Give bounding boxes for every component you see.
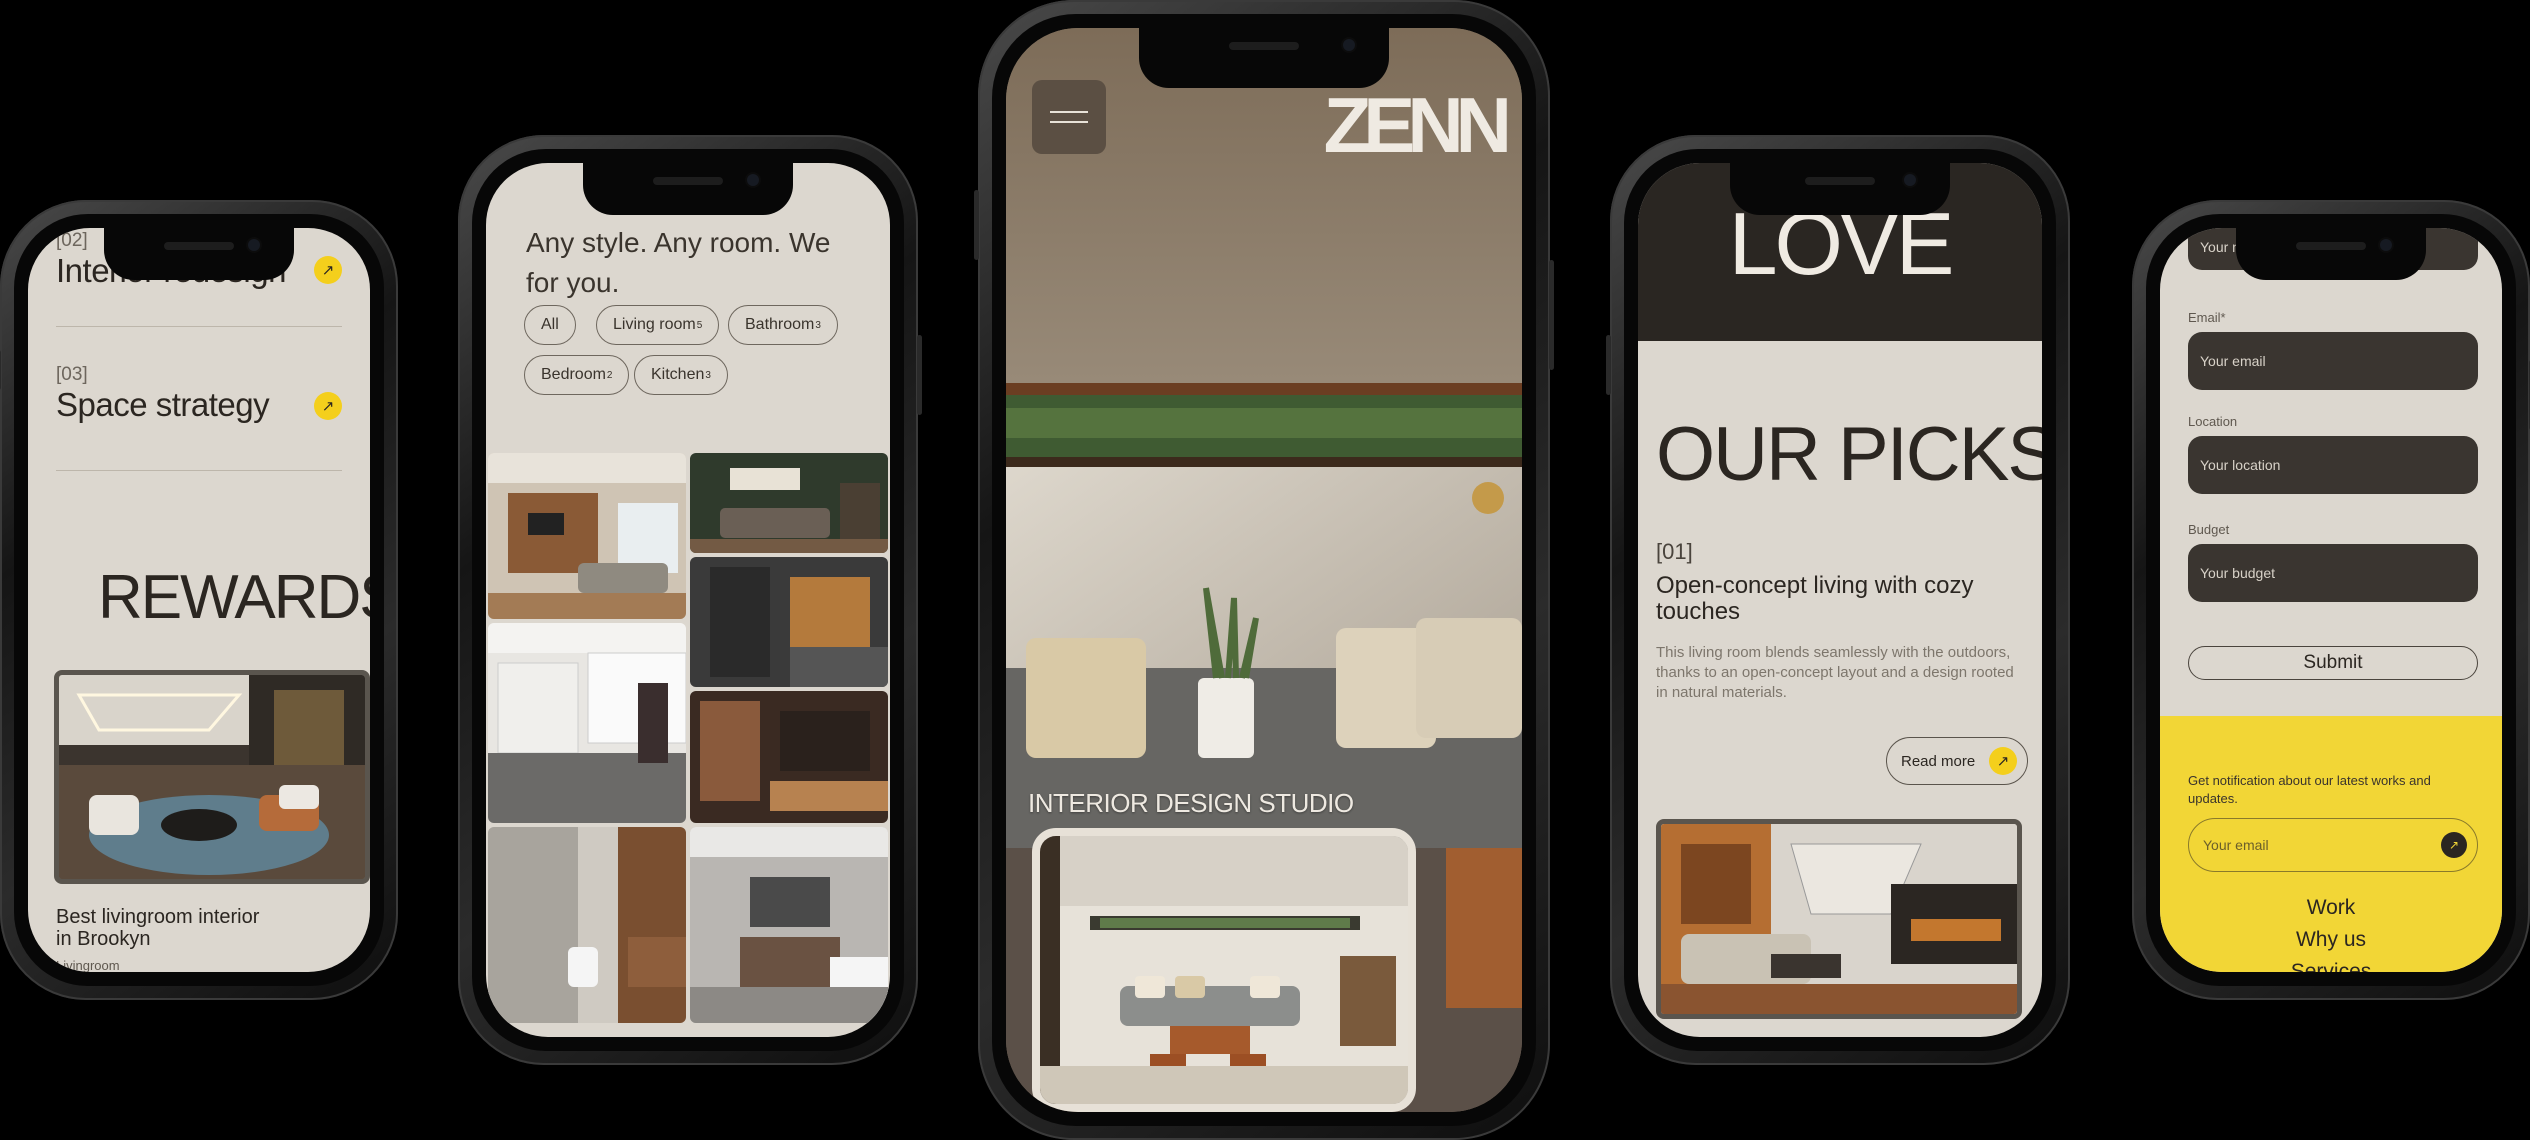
camera [248, 239, 260, 251]
pick-title: Open-concept living with cozy touches [1656, 572, 1974, 625]
phone-bezel: Your name Email* Your email Location You… [2146, 214, 2516, 986]
phone-screen[interactable]: Your name Email* Your email Location You… [2160, 228, 2502, 972]
mockup-stage: [02] Interior redesign ↗ [03] Space stra… [0, 0, 2530, 1140]
pick-photo[interactable] [1656, 819, 2022, 1019]
phone-notch [104, 228, 294, 280]
phone-notch [2236, 228, 2426, 280]
speaker [1229, 42, 1299, 50]
filter-chip-bathroom[interactable]: Bathroom 3 [728, 305, 838, 345]
phone-screen[interactable]: LOVE OUR PICKS [01] Open-concept living … [1638, 163, 2042, 1037]
footer-nav-services[interactable]: Services [2160, 960, 2502, 972]
filter-chip-bedroom[interactable]: Bedroom 2 [524, 355, 630, 395]
camera [2380, 239, 2392, 251]
menu-line [1050, 121, 1088, 123]
phone-notch [583, 163, 793, 215]
filter-chip-all[interactable]: All [524, 305, 576, 345]
card-title: Best livingroom interior in Brookyn [56, 906, 260, 950]
phone-bezel: [02] Interior redesign ↗ [03] Space stra… [14, 214, 384, 986]
speaker [653, 177, 723, 185]
card-tag: Livingroom [56, 958, 120, 972]
budget-field[interactable]: Your budget [2188, 544, 2478, 602]
rewards-heading: REWARDS [98, 563, 370, 632]
service-item[interactable]: [03] Space strategy ↗ [56, 364, 342, 424]
phone-screen[interactable]: Any style. Any room. We for you. All Liv… [486, 163, 890, 1037]
speaker [164, 242, 234, 250]
reward-photo[interactable] [54, 670, 370, 884]
send-icon[interactable]: ↗ [2441, 832, 2467, 858]
footer-nav-why-us[interactable]: Why us [2160, 928, 2502, 952]
phone-services-rewards: [02] Interior redesign ↗ [03] Space stra… [0, 200, 398, 1000]
phone-bezel: ZENN INTERIOR DESIGN STUDIO [992, 14, 1536, 1126]
email-field[interactable]: Your email [2188, 332, 2478, 390]
phone-contact-form: Your name Email* Your email Location You… [2132, 200, 2530, 1000]
phone-side-button [1549, 260, 1554, 370]
service-title: Space strategy [56, 386, 270, 423]
read-more-label: Read more [1901, 752, 1976, 770]
filter-chip-kitchen[interactable]: Kitchen 3 [634, 355, 728, 395]
phone-side-button [0, 350, 1, 390]
portfolio-tile[interactable] [690, 691, 888, 823]
read-more-button[interactable]: Read more ↗ [1886, 737, 2028, 785]
phone-notch [1139, 28, 1389, 88]
camera [1343, 39, 1355, 51]
budget-label: Budget [2188, 522, 2230, 537]
footer-nav-work[interactable]: Work [2160, 896, 2502, 920]
speaker [2296, 242, 2366, 250]
service-number: [03] [56, 364, 88, 385]
divider [56, 470, 342, 471]
arrow-icon: ↗ [1989, 747, 2017, 775]
phone-screen[interactable]: ZENN INTERIOR DESIGN STUDIO [1006, 28, 1522, 1112]
camera [1904, 174, 1916, 186]
newsletter-text: Get notification about our latest works … [2188, 773, 2431, 806]
phone-side-button [974, 190, 979, 260]
phone-our-picks: LOVE OUR PICKS [01] Open-concept living … [1606, 135, 2070, 1065]
portfolio-tile[interactable] [488, 623, 686, 823]
featured-photo[interactable] [1032, 828, 1416, 1112]
tagline: Any style. Any room. We for you. [526, 227, 831, 298]
portfolio-tile[interactable] [690, 453, 888, 553]
camera [747, 174, 759, 186]
phone-hero: ZENN INTERIOR DESIGN STUDIO [974, 0, 1554, 1140]
speaker [1805, 177, 1875, 185]
phone-screen[interactable]: [02] Interior redesign ↗ [03] Space stra… [28, 228, 370, 972]
hamburger-menu-button[interactable] [1032, 80, 1106, 154]
phone-notch [1730, 163, 1950, 215]
phone-bezel: Any style. Any room. We for you. All Liv… [472, 149, 904, 1051]
phone-side-button [1606, 335, 1611, 395]
brand-logo[interactable]: ZENN [1324, 80, 1512, 171]
hero-tagline: INTERIOR DESIGN STUDIO [1028, 788, 1354, 818]
filter-chip-living-room[interactable]: Living room 5 [596, 305, 720, 345]
phone-bezel: LOVE OUR PICKS [01] Open-concept living … [1624, 149, 2056, 1051]
portfolio-tile[interactable] [488, 827, 686, 1023]
portfolio-tile[interactable] [690, 827, 888, 1023]
portfolio-tile[interactable] [488, 453, 686, 619]
our-picks-heading: OUR PICKS [1656, 412, 2042, 497]
arrow-icon[interactable]: ↗ [314, 256, 342, 284]
location-field[interactable]: Your location [2188, 436, 2478, 494]
pick-number: [01] [1656, 539, 1693, 564]
phone-side-button [917, 335, 922, 415]
portfolio-tile[interactable] [690, 557, 888, 687]
newsletter-email-input[interactable]: Your email ↗ [2188, 818, 2478, 872]
pick-description: This living room blends seamlessly with … [1656, 644, 2014, 701]
arrow-icon[interactable]: ↗ [314, 392, 342, 420]
email-label: Email* [2188, 310, 2226, 325]
location-label: Location [2188, 414, 2238, 429]
submit-button[interactable]: Submit [2188, 646, 2478, 680]
divider [56, 326, 342, 327]
menu-line [1050, 111, 1088, 113]
phone-portfolio-filter: Any style. Any room. We for you. All Liv… [458, 135, 922, 1065]
